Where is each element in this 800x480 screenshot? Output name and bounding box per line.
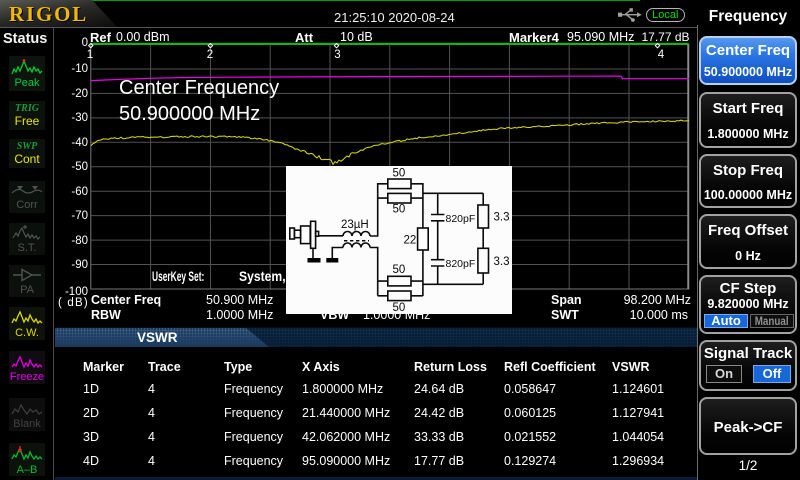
- svg-text:22: 22: [404, 235, 417, 247]
- svg-text:3: 3: [334, 49, 340, 61]
- svg-text:50: 50: [393, 204, 406, 216]
- svg-text:1: 1: [87, 49, 93, 61]
- svg-text:23µH: 23µH: [341, 219, 369, 231]
- svg-text:50: 50: [393, 168, 406, 180]
- svg-text:2: 2: [207, 49, 213, 61]
- svg-text:3.3: 3.3: [494, 256, 510, 268]
- svg-text:50: 50: [393, 264, 406, 276]
- svg-text:50: 50: [393, 302, 406, 314]
- svg-text:4: 4: [658, 49, 665, 61]
- svg-text:820pF: 820pF: [446, 258, 476, 270]
- svg-text:3.3: 3.3: [494, 212, 510, 224]
- svg-text:820pF: 820pF: [446, 213, 476, 225]
